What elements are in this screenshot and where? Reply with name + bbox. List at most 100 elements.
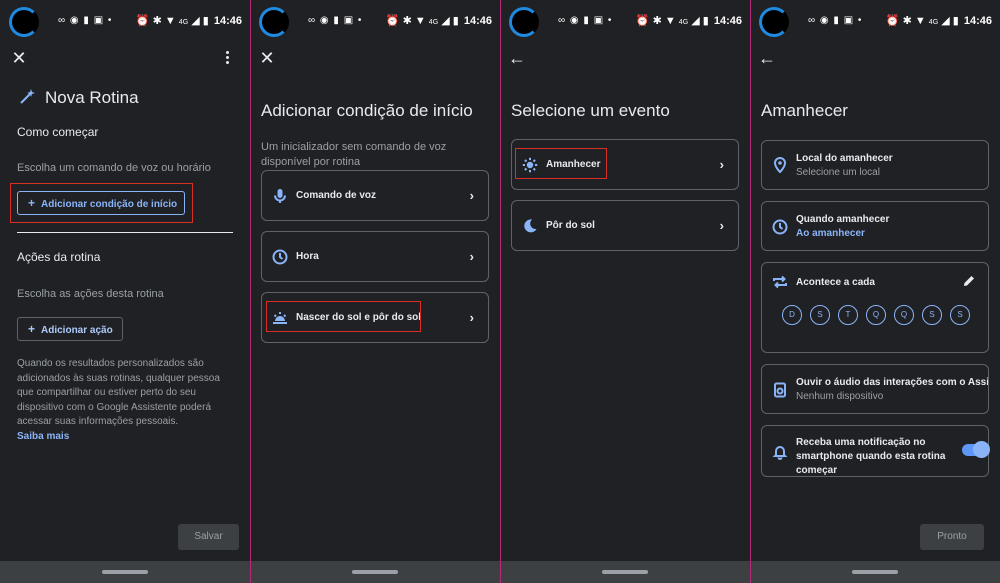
- location-label: Local do amanhecer: [796, 153, 893, 164]
- option-label: Hora: [296, 251, 319, 262]
- how-to-start-heading: Como começar: [17, 125, 99, 139]
- personal-results-info: Quando os resultados personalizados são …: [17, 357, 239, 444]
- plus-icon: +: [28, 196, 36, 210]
- chevron-right-icon: ›: [469, 188, 474, 203]
- day-chip-sunday[interactable]: D: [782, 305, 802, 325]
- nav-bar: [0, 561, 250, 583]
- status-right: ⏰ ✱ ▼ 4G ◢ ▮ 14:46: [636, 14, 742, 27]
- screen-new-routine: ∞ ◉ ▮ ▣ • ⏰ ✱ ▼ 4G ◢ ▮ 14:46 ✕ Nova Roti…: [0, 0, 250, 583]
- notification-icons: ∞ ◉ ▮ ▣ •: [808, 15, 863, 26]
- location-pin-icon: [773, 157, 787, 173]
- screen-divider: [250, 0, 251, 583]
- day-chip-saturday[interactable]: S: [950, 305, 970, 325]
- add-start-condition-button[interactable]: + Adicionar condição de início: [17, 191, 185, 215]
- routine-actions-heading: Ações da rotina: [17, 250, 101, 264]
- speaker-icon: [774, 382, 786, 398]
- page-title: Selecione um evento: [511, 101, 670, 120]
- option-label: Pôr do sol: [546, 220, 595, 231]
- bluetooth-icon: ✱: [402, 15, 412, 27]
- close-icon[interactable]: ✕: [257, 48, 277, 68]
- highlight-box: [266, 301, 421, 332]
- when-value: Ao amanhecer: [796, 228, 865, 239]
- day-chip-friday[interactable]: S: [922, 305, 942, 325]
- done-button[interactable]: Pronto: [920, 524, 984, 550]
- bell-icon: [772, 446, 788, 460]
- notify-card: Receba uma notificação no smartphone qua…: [761, 425, 990, 477]
- network-type: 4G: [928, 19, 939, 26]
- nav-bar: [500, 561, 750, 583]
- day-chip-monday[interactable]: S: [810, 305, 830, 325]
- start-hint: Escolha um comando de voz ou horário: [17, 162, 211, 174]
- chevron-right-icon: ›: [719, 157, 724, 172]
- network-type: 4G: [428, 19, 439, 26]
- nav-bar: [250, 561, 500, 583]
- plus-icon: +: [28, 322, 36, 336]
- alarm-icon: ⏰: [635, 15, 650, 27]
- repeat-card: Acontece a cada D S T Q Q S S: [761, 262, 989, 353]
- when-card[interactable]: Quando amanhecer Ao amanhecer: [761, 201, 989, 251]
- chevron-right-icon: ›: [719, 218, 724, 233]
- notify-toggle[interactable]: [962, 441, 990, 458]
- clock-icon: [272, 249, 288, 265]
- bluetooth-icon: ✱: [152, 15, 162, 27]
- home-handle[interactable]: [602, 570, 648, 574]
- wifi-icon: ▼: [664, 15, 676, 27]
- option-time[interactable]: Hora ›: [261, 231, 489, 282]
- alarm-icon: ⏰: [885, 15, 900, 27]
- back-arrow-icon[interactable]: ←: [757, 48, 777, 68]
- screens-container: ∞ ◉ ▮ ▣ • ⏰ ✱ ▼ 4G ◢ ▮ 14:46 ✕ Nova Roti…: [0, 0, 1000, 583]
- repeat-label: Acontece a cada: [796, 277, 875, 288]
- home-handle[interactable]: [102, 570, 148, 574]
- loading-spinner-icon: [509, 7, 539, 37]
- clock-time: 14:46: [713, 15, 742, 27]
- status-right: ⏰ ✱ ▼ 4G ◢ ▮ 14:46: [886, 14, 992, 27]
- location-card[interactable]: Local do amanhecer Selecione um local: [761, 140, 989, 190]
- home-handle[interactable]: [852, 570, 898, 574]
- add-action-button[interactable]: + Adicionar ação: [17, 317, 123, 341]
- alarm-icon: ⏰: [135, 15, 150, 27]
- option-sunset[interactable]: Pôr do sol ›: [511, 200, 739, 251]
- notification-icons: ∞ ◉ ▮ ▣ •: [58, 15, 113, 26]
- moon-icon: [524, 219, 537, 233]
- page-title: Nova Rotina: [45, 88, 139, 107]
- add-start-condition-label: Adicionar condição de início: [41, 199, 178, 210]
- day-chip-thursday[interactable]: Q: [894, 305, 914, 325]
- add-action-label: Adicionar ação: [41, 325, 113, 336]
- alarm-icon: ⏰: [385, 15, 400, 27]
- info-text: Quando os resultados personalizados são …: [17, 358, 220, 427]
- back-arrow-icon[interactable]: ←: [507, 48, 527, 68]
- location-value: Selecione um local: [796, 167, 880, 178]
- save-button[interactable]: Salvar: [178, 524, 239, 550]
- more-options-icon[interactable]: [226, 51, 230, 65]
- section-divider: [17, 232, 233, 233]
- screen-add-start-condition: ∞ ◉ ▮ ▣ • ⏰ ✱ ▼ 4G ◢ ▮ 14:46 ✕ Adicionar…: [250, 0, 500, 583]
- magic-wand-icon: [20, 89, 35, 104]
- status-bar: ∞ ◉ ▮ ▣ • ⏰ ✱ ▼ 4G ◢ ▮ 14:46: [0, 0, 250, 44]
- day-chip-tuesday[interactable]: T: [838, 305, 858, 325]
- day-chip-wednesday[interactable]: Q: [866, 305, 886, 325]
- clock-icon: [772, 219, 788, 235]
- clock-time: 14:46: [463, 15, 492, 27]
- wifi-icon: ▼: [914, 15, 926, 27]
- network-type: 4G: [678, 19, 689, 26]
- nav-bar: [750, 561, 1000, 583]
- bluetooth-icon: ✱: [652, 15, 662, 27]
- repeat-icon: [773, 275, 787, 289]
- learn-more-link[interactable]: Saiba mais: [17, 430, 239, 445]
- edit-pencil-icon[interactable]: [962, 274, 976, 288]
- close-icon[interactable]: ✕: [9, 48, 29, 68]
- when-label: Quando amanhecer: [796, 214, 890, 225]
- home-handle[interactable]: [352, 570, 398, 574]
- page-title: Amanhecer: [761, 101, 848, 120]
- signal-icon: ◢: [191, 15, 200, 27]
- notify-label: Receba uma notificação no smartphone qua…: [796, 437, 946, 476]
- notification-icons: ∞ ◉ ▮ ▣ •: [558, 15, 613, 26]
- status-bar: ∞ ◉ ▮ ▣ • ⏰ ✱ ▼ 4G ◢ ▮ 14:46: [250, 0, 500, 44]
- battery-icon: ▮: [702, 15, 709, 27]
- battery-icon: ▮: [202, 15, 209, 27]
- audio-card[interactable]: Ouvir o áudio das interações com o Assi.…: [761, 364, 989, 414]
- notification-icons: ∞ ◉ ▮ ▣ •: [308, 15, 363, 26]
- signal-icon: ◢: [691, 15, 700, 27]
- highlight-box: [515, 148, 607, 179]
- option-voice-command[interactable]: Comando de voz ›: [261, 170, 489, 221]
